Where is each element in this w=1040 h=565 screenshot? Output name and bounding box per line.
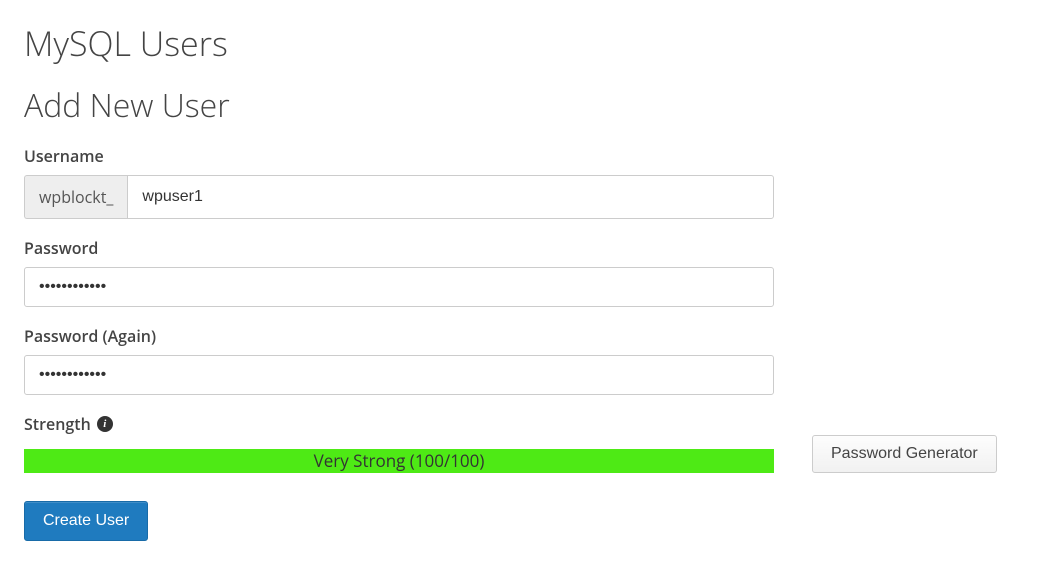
password-input[interactable]	[24, 267, 774, 307]
password-again-input[interactable]	[24, 355, 774, 395]
username-prefix: wpblockt_	[24, 175, 127, 219]
username-label: Username	[24, 145, 1016, 167]
strength-meter: Very Strong (100/100)	[24, 449, 774, 473]
section-title: Add New User	[24, 84, 1016, 127]
username-input[interactable]	[127, 175, 774, 219]
password-label: Password	[24, 237, 1016, 259]
password-generator-button[interactable]: Password Generator	[812, 435, 997, 473]
strength-label: Strength	[24, 413, 91, 435]
page-title: MySQL Users	[24, 20, 1016, 66]
info-icon[interactable]: i	[97, 416, 113, 432]
create-user-button[interactable]: Create User	[24, 501, 148, 541]
password-again-label: Password (Again)	[24, 325, 1016, 347]
